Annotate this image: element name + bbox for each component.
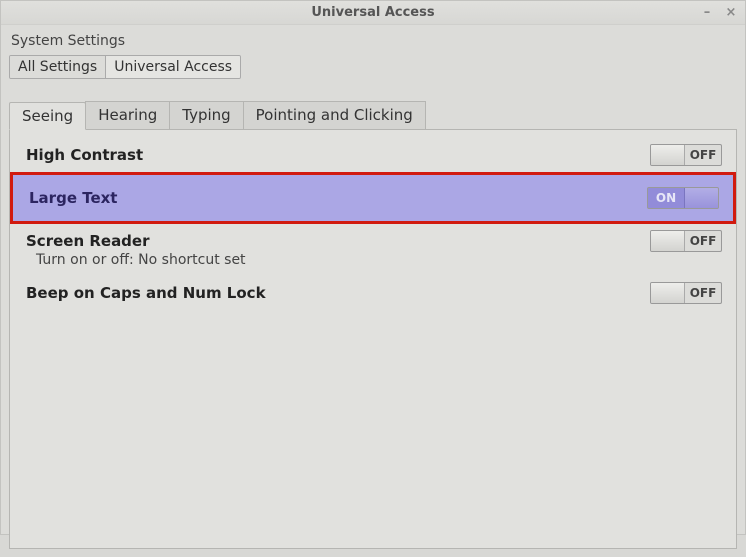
- toggle-knob: [651, 283, 685, 303]
- toggle-knob: [684, 188, 718, 208]
- high-contrast-toggle[interactable]: OFF: [650, 144, 722, 166]
- close-button[interactable]: ×: [723, 6, 739, 20]
- toggle-state: OFF: [685, 148, 721, 162]
- titlebar: Universal Access – ×: [1, 1, 745, 25]
- tab-seeing[interactable]: Seeing: [9, 102, 86, 130]
- screen-reader-sub: Turn on or off: No shortcut set: [10, 252, 736, 276]
- option-beep-caps: Beep on Caps and Num Lock OFF: [10, 276, 736, 310]
- tab-typing[interactable]: Typing: [169, 101, 243, 129]
- screen-reader-label: Screen Reader: [26, 232, 150, 250]
- option-large-text-highlight: Large Text ON: [10, 172, 736, 224]
- toggle-knob: [651, 231, 685, 251]
- tabs-container: Seeing Hearing Typing Pointing and Click…: [9, 101, 737, 549]
- toggle-state: OFF: [685, 234, 721, 248]
- breadcrumb-all-settings[interactable]: All Settings: [10, 56, 106, 78]
- toggle-state: ON: [648, 191, 684, 205]
- page-header: System Settings: [11, 33, 737, 49]
- option-high-contrast: High Contrast OFF: [10, 138, 736, 172]
- breadcrumb: All Settings Universal Access: [9, 55, 241, 79]
- window-controls: – ×: [699, 1, 739, 24]
- beep-caps-toggle[interactable]: OFF: [650, 282, 722, 304]
- tab-pointing[interactable]: Pointing and Clicking: [243, 101, 426, 129]
- screen-reader-toggle[interactable]: OFF: [650, 230, 722, 252]
- breadcrumb-universal-access[interactable]: Universal Access: [106, 56, 240, 78]
- toggle-state: OFF: [685, 286, 721, 300]
- minimize-button[interactable]: –: [699, 6, 715, 20]
- window: Universal Access – × System Settings All…: [0, 0, 746, 535]
- high-contrast-label: High Contrast: [26, 146, 143, 164]
- beep-caps-label: Beep on Caps and Num Lock: [26, 284, 266, 302]
- large-text-label: Large Text: [29, 189, 117, 207]
- content-area: System Settings All Settings Universal A…: [1, 25, 745, 557]
- tabs: Seeing Hearing Typing Pointing and Click…: [9, 101, 737, 129]
- tab-panel-seeing: High Contrast OFF Large Text ON: [9, 129, 737, 549]
- large-text-toggle[interactable]: ON: [647, 187, 719, 209]
- option-large-text: Large Text ON: [13, 177, 733, 219]
- window-title: Universal Access: [311, 5, 434, 20]
- option-screen-reader: Screen Reader OFF: [10, 224, 736, 254]
- toggle-knob: [651, 145, 685, 165]
- tab-hearing[interactable]: Hearing: [85, 101, 170, 129]
